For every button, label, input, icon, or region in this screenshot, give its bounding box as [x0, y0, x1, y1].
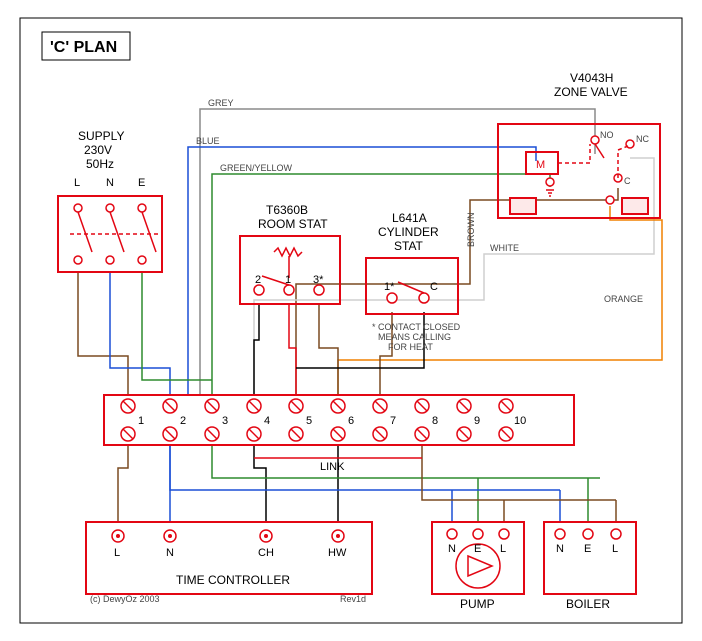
- tb-8: 8: [432, 415, 438, 427]
- tb-link: LINK: [320, 461, 345, 473]
- wire-label-white: WHITE: [490, 243, 519, 253]
- tc-hw: HW: [328, 547, 347, 559]
- tb-1: 1: [138, 415, 144, 427]
- pump-label: PUMP: [460, 597, 495, 611]
- zone-valve-block: V4043H ZONE VALVE M NO NC C: [498, 71, 660, 218]
- tb-3: 3: [222, 415, 228, 427]
- cylinder-stat-block: L641A CYLINDER STAT 1* C * CONTACT CLOSE…: [366, 211, 461, 352]
- wire-label-brown: BROWN: [466, 213, 476, 248]
- tb-10: 10: [514, 415, 526, 427]
- diagram-title: 'C' PLAN: [50, 39, 117, 56]
- zone-valve-no: NO: [600, 130, 614, 140]
- boiler-label: BOILER: [566, 597, 610, 611]
- cyl-stat-model: L641A: [392, 211, 427, 225]
- room-stat-model: T6360B: [266, 203, 308, 217]
- terminal-block: 1 2 3 4 5 6 7 8 9 10 LINK: [104, 395, 574, 473]
- supply-term-n: N: [106, 177, 114, 189]
- time-controller-block: L N CH HW TIME CONTROLLER (c) DewyOz 200…: [86, 522, 372, 604]
- pump-e: E: [474, 543, 481, 555]
- supply-term-l: L: [74, 177, 80, 189]
- zone-valve-label: ZONE VALVE: [554, 85, 628, 99]
- tc-label: TIME CONTROLLER: [176, 573, 290, 587]
- zone-valve-m: M: [536, 159, 545, 171]
- supply-block: SUPPLY 230V 50Hz L N E: [58, 129, 162, 272]
- wire-label-orange: ORANGE: [604, 294, 643, 304]
- boiler-l: L: [612, 543, 618, 555]
- tb-2: 2: [180, 415, 186, 427]
- boiler-e: E: [584, 543, 591, 555]
- cyl-note1: * CONTACT CLOSED: [372, 322, 461, 332]
- cyl-note3: FOR HEAT: [388, 342, 433, 352]
- wire-label-gy: GREEN/YELLOW: [220, 163, 293, 173]
- zone-valve-model: V4043H: [570, 71, 613, 85]
- pump-l: L: [500, 543, 506, 555]
- supply-term-e: E: [138, 177, 145, 189]
- cyl-stat-tc: C: [430, 281, 438, 293]
- tb-6: 6: [348, 415, 354, 427]
- wire-label-blue: BLUE: [196, 136, 220, 146]
- tc-ch: CH: [258, 547, 274, 559]
- boiler-block: N E L BOILER: [544, 522, 636, 611]
- pump-block: N E L PUMP: [432, 522, 524, 611]
- cyl-stat-label: CYLINDER: [378, 225, 439, 239]
- pump-n: N: [448, 543, 456, 555]
- supply-label: SUPPLY: [78, 129, 124, 143]
- tc-l: L: [114, 547, 120, 559]
- zone-valve-nc: NC: [636, 134, 649, 144]
- cyl-stat-t1: 1*: [384, 281, 395, 293]
- cyl-note2: MEANS CALLING: [378, 332, 451, 342]
- room-stat-block: T6360B ROOM STAT 2 2 1 3*: [240, 203, 340, 304]
- room-stat-t2b: 2: [255, 274, 261, 286]
- boiler-n: N: [556, 543, 564, 555]
- tb-5: 5: [306, 415, 312, 427]
- tb-9: 9: [474, 415, 480, 427]
- cyl-stat-label2: STAT: [394, 239, 424, 253]
- tb-7: 7: [390, 415, 396, 427]
- wiring-diagram: 'C' PLAN GREY BLUE GREEN/YELLOW BROWN WH…: [0, 0, 702, 641]
- room-stat-t1: 1: [285, 274, 291, 286]
- supply-freq: 50Hz: [86, 157, 114, 171]
- rev: Rev1d: [340, 594, 366, 604]
- room-stat-label: ROOM STAT: [258, 217, 328, 231]
- wire-label-grey: GREY: [208, 98, 234, 108]
- zone-valve-c: C: [624, 176, 631, 186]
- room-stat-t3: 3*: [313, 274, 324, 286]
- tc-n: N: [166, 547, 174, 559]
- tb-4: 4: [264, 415, 270, 427]
- supply-voltage: 230V: [84, 143, 112, 157]
- credit: (c) DewyOz 2003: [90, 594, 160, 604]
